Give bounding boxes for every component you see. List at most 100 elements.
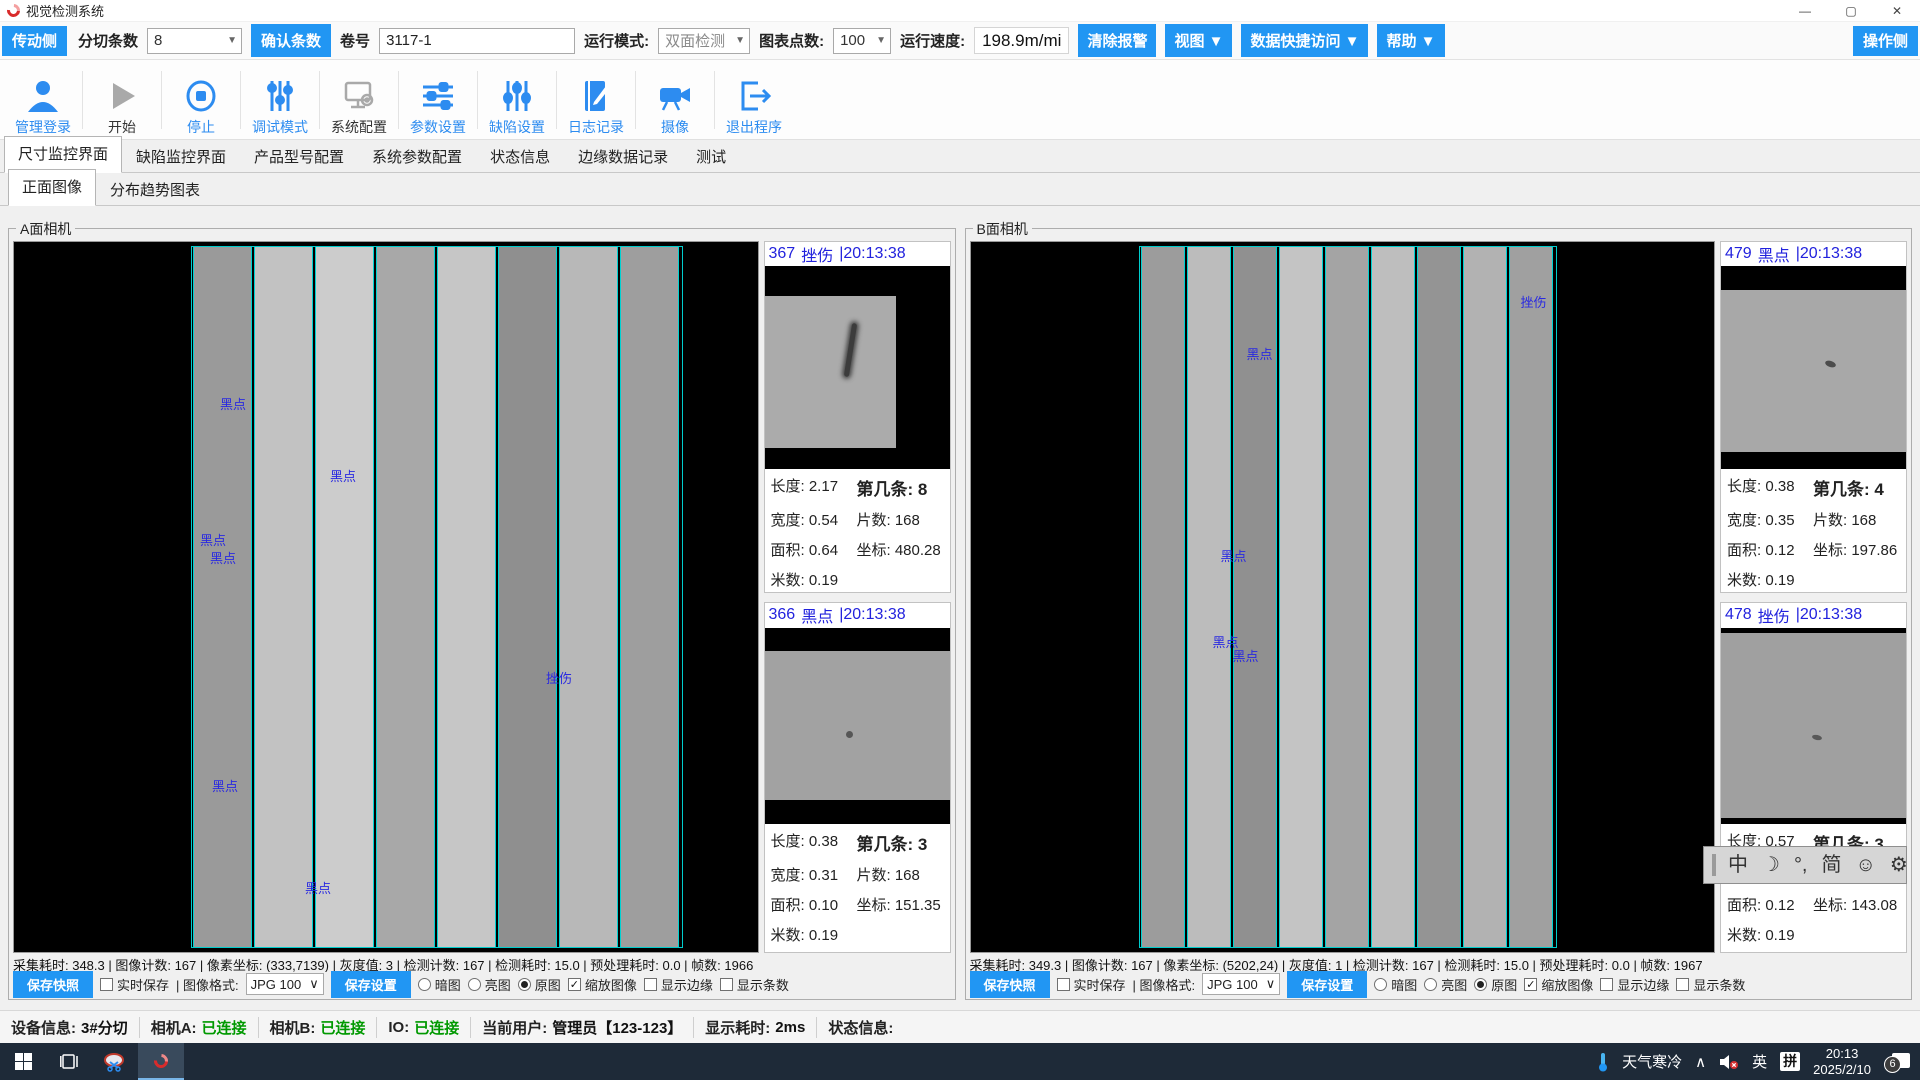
ime-item[interactable]: ⚙ — [1890, 855, 1908, 875]
stat-coordinate: 坐标: 143.08 — [1813, 894, 1900, 915]
tool-label: 系统配置 — [331, 119, 387, 135]
realtime-save-checkbox[interactable]: 实时保存 — [100, 975, 169, 994]
notification-center-button[interactable]: 6 — [1884, 1051, 1910, 1073]
stat-strip-index: 第几条: 8 — [857, 475, 944, 500]
status-segment: 相机B: 已连接 — [259, 1017, 378, 1038]
tool-label: 摄像 — [661, 119, 689, 135]
data-quick-access-button[interactable]: 数据快捷访问 ▼ — [1241, 24, 1368, 57]
show-count-checkbox[interactable]: 显示条数 — [1676, 975, 1745, 994]
admin-login-button[interactable]: 管理登录 — [4, 65, 82, 135]
maximize-button[interactable]: ▢ — [1828, 0, 1874, 22]
chevron-down-icon: ▼ — [870, 35, 886, 46]
inspection-app-taskbar-button[interactable] — [138, 1043, 184, 1080]
film-strip — [1141, 247, 1185, 947]
tab[interactable]: 测试 — [682, 139, 740, 173]
bright-image-radio[interactable]: 亮图 — [1424, 975, 1467, 994]
film-strip — [1463, 247, 1507, 947]
app-logo-icon — [4, 1, 22, 19]
param-settings-button[interactable]: 参数设置 — [399, 65, 477, 135]
stat-coordinate: 坐标: 151.35 — [857, 894, 944, 915]
show-edge-checkbox[interactable]: 显示边缘 — [644, 975, 713, 994]
zoom-image-checkbox[interactable]: 缩放图像 — [568, 975, 637, 994]
log-record-button[interactable]: 日志记录 — [557, 65, 635, 135]
tab[interactable]: 缺陷监控界面 — [122, 139, 240, 173]
stat-coordinate: 坐标: 480.28 — [857, 539, 944, 560]
defect-header: 478 挫伤 |20:13:38 — [1721, 603, 1906, 628]
language-indicator[interactable]: 英 — [1752, 1051, 1767, 1072]
bright-image-radio[interactable]: 亮图 — [468, 975, 511, 994]
confirm-count-button[interactable]: 确认条数 — [251, 24, 331, 57]
zoom-image-checkbox[interactable]: 缩放图像 — [1524, 975, 1593, 994]
view-menu-button[interactable]: 视图 ▼ — [1165, 24, 1232, 57]
taskbar: 天气寒冷 ∧ 英 拼 20:13 2025/2/10 6 — [0, 1043, 1920, 1080]
ime-item[interactable]: 简 — [1822, 855, 1842, 875]
ime-item[interactable]: ☺ — [1856, 855, 1876, 875]
raw-image-radio[interactable]: 原图 — [1474, 975, 1517, 994]
chart-points-value: 100 — [840, 32, 865, 49]
checkbox-label: 实时保存 — [117, 975, 169, 994]
clock[interactable]: 20:13 2025/2/10 — [1813, 1046, 1871, 1078]
tab[interactable]: 产品型号配置 — [240, 139, 358, 173]
tab[interactable]: 状态信息 — [476, 139, 564, 173]
stat-width: 宽度: 0.31 — [771, 864, 857, 885]
operator-side-button[interactable]: 操作侧 — [1853, 26, 1918, 56]
show-count-checkbox[interactable]: 显示条数 — [720, 975, 789, 994]
tray-expand-chevron[interactable]: ∧ — [1695, 1053, 1706, 1071]
drive-side-button[interactable]: 传动侧 — [2, 26, 67, 56]
save-settings-button[interactable]: 保存设置 — [331, 971, 411, 998]
start-button[interactable] — [0, 1043, 46, 1080]
exit-program-button[interactable]: 退出程序 — [715, 65, 793, 135]
thermometer-icon[interactable] — [1597, 1052, 1609, 1072]
help-menu-button[interactable]: 帮助 ▼ — [1377, 24, 1444, 57]
run-mode-select[interactable]: 双面检测 ▼ — [658, 28, 750, 54]
debug-mode-button[interactable]: 调试模式 — [241, 65, 319, 135]
checkbox-icon — [644, 978, 657, 991]
realtime-save-checkbox[interactable]: 实时保存 — [1057, 975, 1126, 994]
clear-alarm-button[interactable]: 清除报警 — [1078, 24, 1156, 57]
show-edge-checkbox[interactable]: 显示边缘 — [1600, 975, 1669, 994]
ime-item[interactable]: ☽ — [1762, 855, 1780, 875]
slit-count-select[interactable]: 8 ▼ — [147, 28, 242, 54]
image-format-label: | 图像格式: — [176, 975, 239, 994]
stat-width: 宽度: 0.54 — [771, 509, 857, 530]
status-segment: 显示耗时: 2ms — [694, 1017, 817, 1038]
raw-image-radio[interactable]: 原图 — [518, 975, 561, 994]
defect-thumbnail — [1721, 266, 1906, 469]
minimize-button[interactable]: — — [1782, 0, 1828, 22]
tab[interactable]: 尺寸监控界面 — [4, 136, 122, 173]
snipping-tool-button[interactable] — [92, 1043, 138, 1080]
format-value: JPG 100 — [1207, 977, 1258, 992]
stop-button[interactable]: 停止 — [162, 65, 240, 135]
chart-points-select[interactable]: 100 ▼ — [833, 28, 891, 54]
user-icon — [23, 76, 63, 116]
close-button[interactable]: ✕ — [1874, 0, 1920, 22]
start-button[interactable]: 开始 — [83, 65, 161, 135]
roll-number-input[interactable] — [379, 28, 575, 54]
save-snapshot-button[interactable]: 保存快照 — [13, 971, 93, 998]
dark-image-radio[interactable]: 暗图 — [1374, 975, 1417, 994]
volume-muted-icon[interactable] — [1719, 1054, 1739, 1070]
task-view-button[interactable] — [46, 1043, 92, 1080]
ime-item[interactable]: 中 — [1728, 855, 1748, 875]
weather-text[interactable]: 天气寒冷 — [1622, 1051, 1682, 1072]
ime-language-bar[interactable]: 中 ☽ °, 简 ☺ ⚙ — [1703, 846, 1907, 884]
capture-button[interactable]: 摄像 — [636, 65, 714, 135]
ime-item[interactable]: °, — [1794, 855, 1808, 875]
ime-indicator[interactable]: 拼 — [1780, 1052, 1800, 1071]
save-settings-button[interactable]: 保存设置 — [1287, 971, 1367, 998]
drag-grip-icon[interactable] — [1712, 854, 1716, 876]
defect-settings-button[interactable]: 缺陷设置 — [478, 65, 556, 135]
dark-image-radio[interactable]: 暗图 — [418, 975, 461, 994]
system-config-button[interactable]: 系统配置 — [320, 65, 398, 135]
defect-card: 478 挫伤 |20:13:38 长度: 0.57 第几条: 3 宽度: 0.2… — [1720, 602, 1907, 954]
tab[interactable]: 分布趋势图表 — [96, 172, 214, 206]
image-format-select[interactable]: JPG 100∨ — [246, 973, 324, 995]
snipping-tool-icon — [104, 1052, 126, 1072]
tab[interactable]: 边缘数据记录 — [564, 139, 682, 173]
save-snapshot-button[interactable]: 保存快照 — [970, 971, 1050, 998]
film-strip — [254, 247, 313, 947]
tab[interactable]: 系统参数配置 — [358, 139, 476, 173]
image-format-select[interactable]: JPG 100∨ — [1202, 973, 1280, 995]
slit-count-label: 分切条数 — [78, 30, 138, 51]
tab[interactable]: 正面图像 — [8, 169, 96, 206]
